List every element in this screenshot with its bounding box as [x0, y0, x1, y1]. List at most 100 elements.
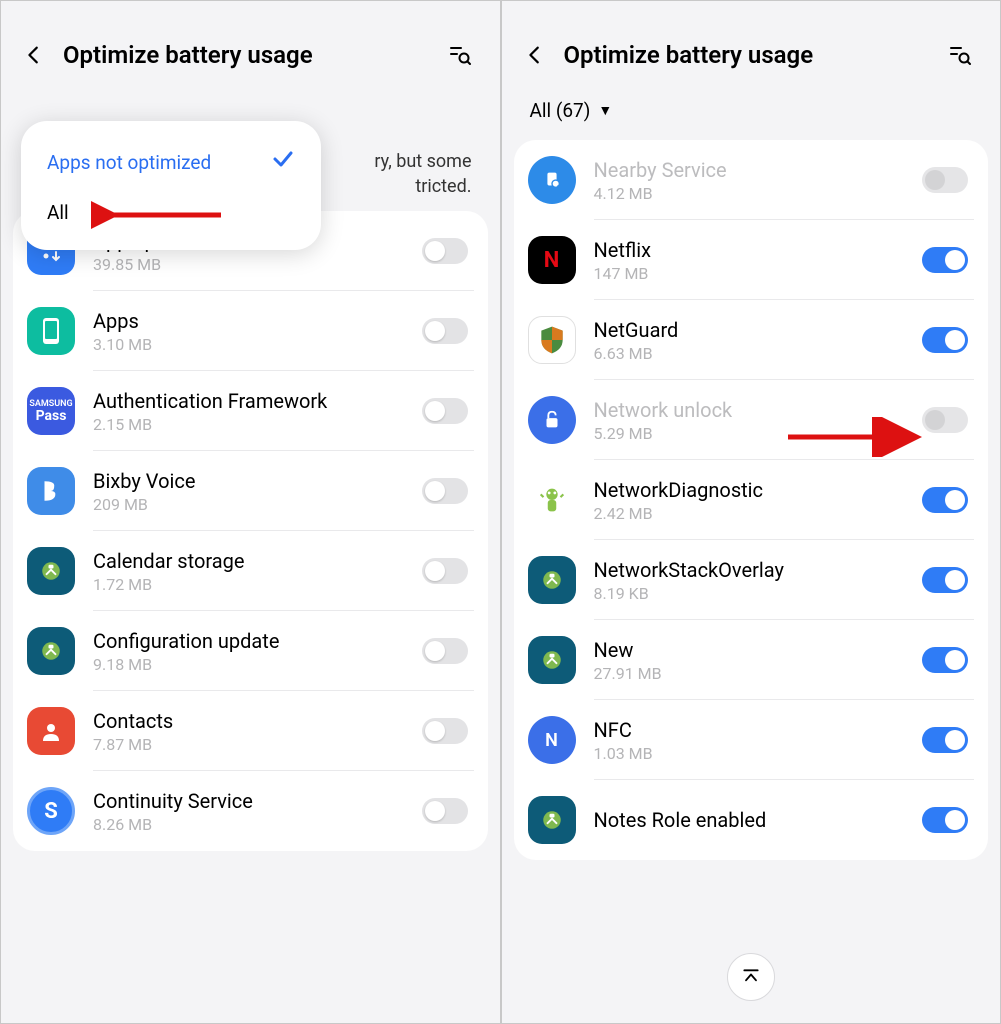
app-name: Calendar storage: [93, 549, 422, 573]
app-size: 1.72 MB: [93, 575, 422, 594]
optimize-toggle[interactable]: [922, 567, 968, 593]
header: Optimize battery usage: [1, 1, 500, 89]
app-info: Notes Role enabled: [594, 808, 923, 832]
header: Optimize battery usage: [502, 1, 1001, 89]
app-row[interactable]: New 27.91 MB: [514, 620, 989, 700]
optimize-toggle[interactable]: [422, 398, 468, 424]
app-info: Nearby Service 4.12 MB: [594, 158, 923, 203]
filter-search-button[interactable]: [942, 37, 978, 73]
app-row[interactable]: N Netflix 147 MB: [514, 220, 989, 300]
app-name: Network unlock: [594, 398, 923, 422]
app-info: Contacts 7.87 MB: [93, 709, 422, 754]
app-info: Netflix 147 MB: [594, 238, 923, 283]
app-row[interactable]: Bixby Voice209 MB: [13, 451, 488, 531]
app-info: Configuration update9.18 MB: [93, 629, 422, 674]
dropdown-option-all[interactable]: All: [21, 189, 321, 236]
app-size: 4.12 MB: [594, 184, 923, 203]
app-name: NetGuard: [594, 318, 923, 342]
scroll-to-top-button[interactable]: [727, 953, 775, 1001]
optimize-toggle: [922, 167, 968, 193]
optimize-toggle[interactable]: [422, 718, 468, 744]
app-row[interactable]: NetworkDiagnostic 2.42 MB: [514, 460, 989, 540]
optimize-toggle[interactable]: [422, 798, 468, 824]
optimize-toggle[interactable]: [422, 478, 468, 504]
app-row[interactable]: NetGuard 6.63 MB: [514, 300, 989, 380]
app-size: 6.63 MB: [594, 344, 923, 363]
app-info: Bixby Voice209 MB: [93, 469, 422, 514]
app-size: 2.15 MB: [93, 415, 422, 434]
app-size: 209 MB: [93, 495, 422, 514]
app-size: 8.26 MB: [93, 815, 422, 834]
optimize-toggle[interactable]: [422, 318, 468, 344]
app-icon: S: [27, 787, 75, 835]
filter-search-button[interactable]: [442, 37, 478, 73]
app-icon: SAMSUNGPass: [27, 387, 75, 435]
app-icon: N: [528, 236, 576, 284]
app-row[interactable]: SAMSUNGPassAuthentication Framework2.15 …: [13, 371, 488, 451]
app-icon: [27, 547, 75, 595]
app-row[interactable]: Calendar storage 1.72 MB: [13, 531, 488, 611]
app-size: 147 MB: [594, 264, 923, 283]
app-row[interactable]: N NFC1.03 MB: [514, 700, 989, 780]
app-list: Nearby Service 4.12 MB N Netflix 147 MB NetGu…: [514, 140, 989, 860]
app-size: 7.87 MB: [93, 735, 422, 754]
back-button[interactable]: [23, 35, 63, 75]
app-icon: N: [528, 716, 576, 764]
filter-label: All (67): [530, 99, 591, 122]
app-name: NetworkStackOverlay: [594, 558, 923, 582]
app-row[interactable]: Apps3.10 MB: [13, 291, 488, 371]
check-icon: [271, 147, 295, 177]
page-title: Optimize battery usage: [63, 41, 442, 69]
app-icon: [27, 627, 75, 675]
app-row[interactable]: NetworkStackOverlay 8.19 KB: [514, 540, 989, 620]
app-info: Apps3.10 MB: [93, 309, 422, 354]
app-row[interactable]: Nearby Service 4.12 MB: [514, 140, 989, 220]
app-info: Calendar storage 1.72 MB: [93, 549, 422, 594]
optimize-toggle[interactable]: [922, 807, 968, 833]
dropdown-option-label: Apps not optimized: [47, 151, 211, 174]
app-row[interactable]: S Continuity Service 8.26 MB: [13, 771, 488, 851]
app-icon: [528, 556, 576, 604]
app-row[interactable]: Contacts 7.87 MB: [13, 691, 488, 771]
app-info: Network unlock 5.29 MB: [594, 398, 923, 443]
optimize-toggle[interactable]: [922, 647, 968, 673]
hint-fragment-1: ry, but some: [374, 151, 471, 172]
app-row[interactable]: Configuration update9.18 MB: [13, 611, 488, 691]
app-name: Netflix: [594, 238, 923, 262]
optimize-toggle[interactable]: [422, 238, 468, 264]
page-title: Optimize battery usage: [564, 41, 943, 69]
filter-dropdown-popup: Apps not optimized All: [21, 121, 321, 250]
app-info: NetGuard 6.63 MB: [594, 318, 923, 363]
app-size: 5.29 MB: [594, 424, 923, 443]
app-info: NFC1.03 MB: [594, 718, 923, 763]
app-name: Notes Role enabled: [594, 808, 923, 832]
optimize-toggle[interactable]: [422, 638, 468, 664]
app-info: NetworkDiagnostic 2.42 MB: [594, 478, 923, 523]
optimize-toggle[interactable]: [422, 558, 468, 584]
app-name: NetworkDiagnostic: [594, 478, 923, 502]
app-name: Nearby Service: [594, 158, 923, 182]
app-icon: [27, 707, 75, 755]
optimize-toggle: [922, 407, 968, 433]
optimize-toggle[interactable]: [922, 327, 968, 353]
back-button[interactable]: [524, 35, 564, 75]
app-row[interactable]: Notes Role enabled: [514, 780, 989, 860]
filter-dropdown[interactable]: All (67) ▼: [502, 89, 1001, 136]
app-name: New: [594, 638, 923, 662]
app-size: 2.42 MB: [594, 504, 923, 523]
app-icon: [528, 396, 576, 444]
app-row[interactable]: Network unlock 5.29 MB: [514, 380, 989, 460]
app-size: 8.19 KB: [594, 584, 923, 603]
dropdown-option-not-optimized[interactable]: Apps not optimized: [21, 135, 321, 189]
app-name: Contacts: [93, 709, 422, 733]
app-size: 27.91 MB: [594, 664, 923, 683]
optimize-toggle[interactable]: [922, 247, 968, 273]
app-icon: [528, 476, 576, 524]
optimize-toggle[interactable]: [922, 727, 968, 753]
dropdown-option-label: All: [47, 201, 69, 224]
app-size: 9.18 MB: [93, 655, 422, 674]
optimize-toggle[interactable]: [922, 487, 968, 513]
app-icon: [528, 316, 576, 364]
right-pane: Optimize battery usage All (67) ▼ Nearby…: [501, 0, 1001, 1024]
app-name: Continuity Service: [93, 789, 422, 813]
